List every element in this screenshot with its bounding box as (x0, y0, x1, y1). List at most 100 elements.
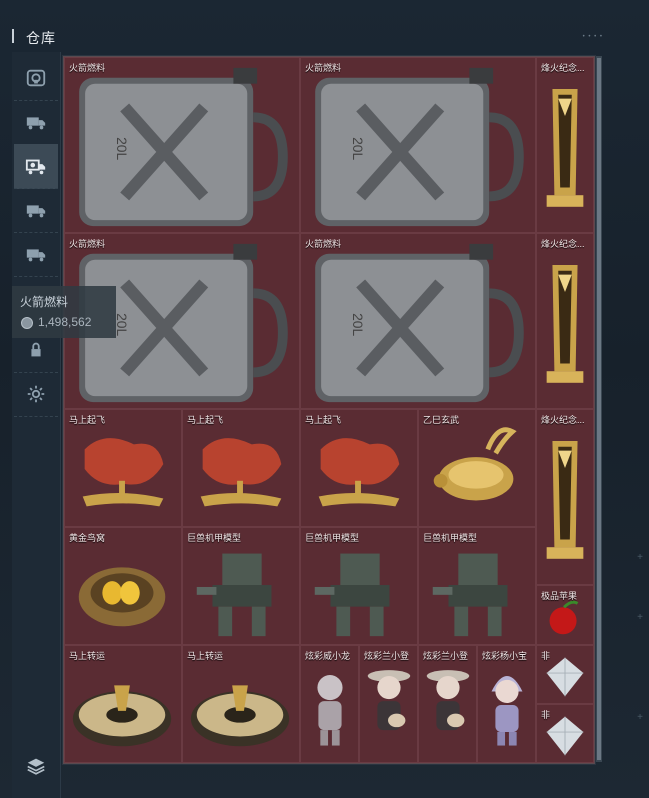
item-name: 炫彩兰小登 (364, 651, 410, 661)
inventory-item-cell[interactable]: 烽火纪念... (536, 57, 594, 233)
fuel-canister-icon: 20L (79, 67, 288, 227)
fuel-canister-icon: 20L (315, 243, 524, 403)
page-title: 仓库 (26, 30, 56, 46)
svg-text:20L: 20L (114, 137, 130, 160)
scrollbar-thumb[interactable] (597, 58, 601, 760)
decorative-plus-icon: + (637, 552, 643, 563)
inventory-item-cell[interactable]: 马上起飞 (182, 409, 300, 527)
inventory-item-cell[interactable]: 火箭燃料 20L (300, 57, 536, 233)
item-name: 非 (541, 710, 551, 720)
decorative-plus-icon: + (637, 612, 643, 623)
sidebar (12, 52, 61, 798)
window-title-bar: 仓库 • • • • (0, 26, 649, 48)
inventory-item-cell[interactable]: 炫彩兰小登 (359, 645, 418, 763)
item-name: 非 (541, 651, 551, 661)
doll-guitar-icon (426, 670, 470, 731)
title-accent-bar (12, 29, 14, 43)
corner-info-dots: • • • • (582, 34, 603, 40)
item-name: 马上转运 (187, 651, 224, 661)
item-name: 火箭燃料 (305, 63, 342, 73)
inventory-item-cell[interactable]: 巨兽机甲模型 (300, 527, 418, 645)
gear-icon (27, 385, 45, 403)
inventory-item-cell[interactable]: 马上转运 (64, 645, 182, 763)
trophy-pillar-icon (546, 89, 584, 207)
inventory-item-cell[interactable]: 马上转运 (182, 645, 300, 763)
inventory-item-cell[interactable]: 烽火纪念... (536, 233, 594, 409)
trophy-pillar-icon (546, 265, 584, 383)
vault-icon (26, 69, 46, 87)
svg-text:20L: 20L (350, 313, 366, 336)
fortune-wheel-icon (72, 685, 172, 747)
inventory-item-cell[interactable]: 炫彩威小龙 (300, 645, 359, 763)
tooltip-item-value: 1,498,562 (38, 315, 92, 329)
sidebar-item-truck-camera[interactable] (14, 144, 58, 189)
item-name: 烽火纪念... (541, 63, 585, 73)
item-name: 乙巳玄武 (423, 415, 460, 425)
fuel-canister-icon: 20L (315, 67, 524, 227)
inventory-scrollbar[interactable] (596, 56, 602, 762)
inventory-item-cell[interactable]: 炫彩兰小登 (418, 645, 477, 763)
horse-figurine-icon (318, 438, 400, 507)
layers-button[interactable] (14, 744, 58, 788)
sidebar-item-truck-3[interactable] (14, 232, 58, 277)
horse-figurine-icon (82, 438, 164, 507)
doll-guitar-icon (367, 670, 411, 731)
sidebar-item-truck-1[interactable] (14, 100, 58, 145)
sidebar-item-vault[interactable] (14, 56, 58, 101)
coin-icon (21, 317, 33, 329)
sidebar-item-truck-2[interactable] (14, 188, 58, 233)
truck-icon (26, 249, 46, 262)
inventory-item-cell[interactable]: 火箭燃料 20L (300, 233, 536, 409)
inventory-item-cell[interactable]: 马上起飞 (300, 409, 418, 527)
layers-icon (27, 758, 45, 775)
truck-camera-icon (25, 159, 46, 175)
item-name: 马上起飞 (69, 415, 106, 425)
inventory-item-cell[interactable]: 烽火纪念... (536, 409, 594, 585)
golden-nest-icon (78, 567, 166, 627)
inventory-item-cell[interactable]: 巨兽机甲模型 (182, 527, 300, 645)
inventory-item-cell[interactable]: 乙巳玄武 (418, 409, 536, 527)
horse-figurine-icon (200, 438, 282, 507)
inventory-item-cell[interactable]: 非 (536, 645, 594, 704)
inventory-item-cell[interactable]: 黄金鸟窝 (64, 527, 182, 645)
item-name: 巨兽机甲模型 (305, 533, 360, 543)
trophy-pillar-icon (546, 441, 584, 559)
inventory-item-cell[interactable]: 马上起飞 (64, 409, 182, 527)
doll-figurine-icon (317, 675, 343, 746)
mech-model-icon (196, 553, 272, 637)
item-name: 炫彩威小龙 (305, 651, 351, 661)
item-tooltip: 火箭燃料 1,498,562 (12, 286, 116, 338)
mech-model-icon (432, 553, 508, 637)
inventory-item-cell[interactable]: 炫彩杨小宝 (477, 645, 536, 763)
item-name: 火箭燃料 (69, 63, 106, 73)
item-name: 火箭燃料 (305, 239, 342, 249)
item-name: 烽火纪念... (541, 239, 585, 249)
doll-hood-icon (491, 675, 523, 746)
decorative-plus-icon: + (637, 712, 643, 723)
item-name: 巨兽机甲模型 (423, 533, 478, 543)
item-name: 炫彩杨小宝 (482, 651, 528, 661)
item-name: 马上起飞 (187, 415, 224, 425)
item-name: 烽火纪念... (541, 415, 585, 425)
svg-text:20L: 20L (114, 313, 130, 336)
item-name: 巨兽机甲模型 (187, 533, 242, 543)
svg-text:20L: 20L (350, 137, 366, 160)
inventory-item-cell[interactable]: 极品苹果 (536, 585, 594, 645)
inventory-item-cell[interactable]: 巨兽机甲模型 (418, 527, 536, 645)
inventory-item-cell[interactable]: 火箭燃料 20L (64, 57, 300, 233)
item-name: 马上转运 (69, 651, 106, 661)
truck-icon (26, 117, 46, 130)
inventory-item-cell[interactable]: 非 (536, 704, 594, 763)
item-name: 极品苹果 (541, 591, 578, 601)
tooltip-item-name: 火箭燃料 (20, 295, 69, 309)
truck-icon (26, 205, 46, 218)
item-name: 火箭燃料 (69, 239, 106, 249)
golden-turtle-icon (433, 427, 517, 501)
lock-icon (31, 342, 41, 357)
fortune-wheel-icon (190, 685, 290, 747)
item-name: 黄金鸟窝 (69, 533, 106, 543)
inventory-grid: 火箭燃料 20L 火箭燃料 20L 烽火纪念... 火箭燃料 20L 火箭燃料 … (63, 56, 595, 764)
item-name: 马上起飞 (305, 415, 342, 425)
item-name: 炫彩兰小登 (423, 651, 469, 661)
sidebar-item-settings[interactable] (14, 372, 58, 417)
